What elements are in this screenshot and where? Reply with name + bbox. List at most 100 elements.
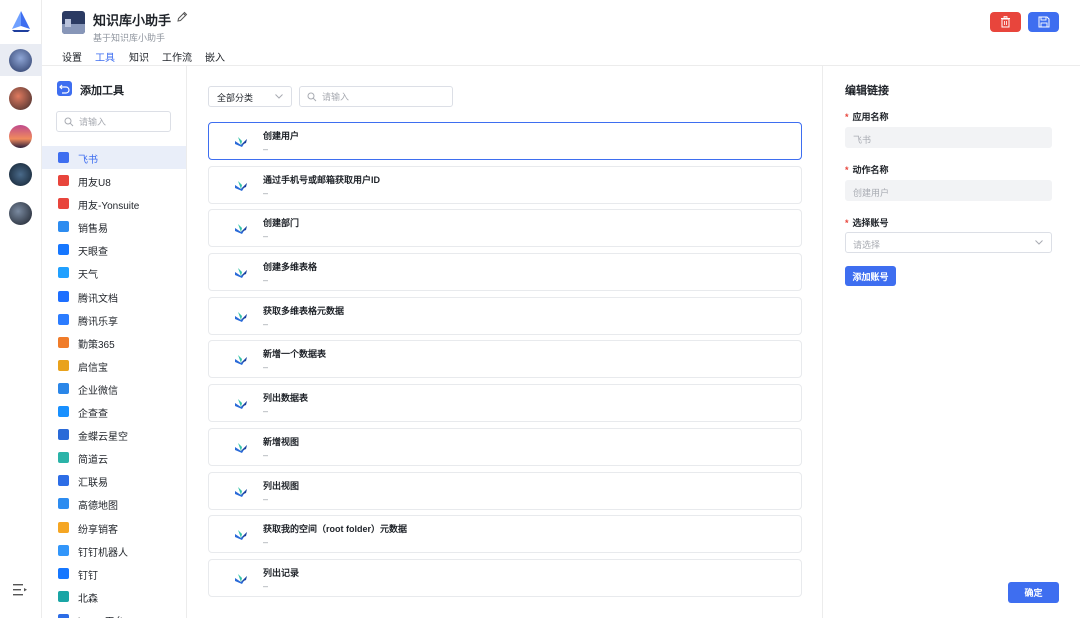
tool-item[interactable]: 勤策365 xyxy=(42,331,186,354)
search-icon xyxy=(64,117,74,127)
tool-item-label: 钉钉 xyxy=(78,570,98,582)
account-select[interactable]: 请选择 xyxy=(845,232,1052,253)
category-select-value: 全部分类 xyxy=(217,93,254,103)
avatar-app-1[interactable] xyxy=(9,49,32,72)
tool-item-label: 销售易 xyxy=(78,224,108,236)
tool-item[interactable]: 腾讯文档 xyxy=(42,285,186,308)
action-card[interactable]: 获取我的空间（root folder）元数据 – xyxy=(208,515,802,554)
xiaoshouyi-icon xyxy=(58,221,69,233)
tool-item[interactable]: 天眼查 xyxy=(42,238,186,261)
avatar-app-2[interactable] xyxy=(9,87,32,110)
tool-item[interactable]: 销售易 xyxy=(42,215,186,238)
tool-item-label: 北森 xyxy=(78,593,98,605)
action-card[interactable]: 新增视图 – xyxy=(208,427,802,466)
tab-tools[interactable]: 工具 xyxy=(95,49,115,64)
tencent-docs-icon xyxy=(58,290,69,302)
feishu-icon xyxy=(234,442,248,454)
tool-item[interactable]: 企业微信 xyxy=(42,377,186,400)
tab-workflow[interactable]: 工作流 xyxy=(162,49,192,64)
tool-item-label: 简道云 xyxy=(78,455,108,467)
tool-item[interactable]: 企查查 xyxy=(42,400,186,423)
save-button[interactable] xyxy=(1028,12,1059,32)
action-card[interactable]: 新增一个数据表 – xyxy=(208,340,802,379)
tool-item[interactable]: 天气 xyxy=(42,261,186,284)
delete-button[interactable] xyxy=(990,12,1021,32)
action-name-label: * 动作名称 xyxy=(845,163,889,176)
tool-item-label: 天眼查 xyxy=(78,247,108,259)
action-card[interactable]: 列出记录 – xyxy=(208,558,802,597)
app-root: 知识库小助手 基于知识库小助手 设置 工具 知识 工作流 嵌入 添加工具 请输入… xyxy=(0,0,1080,618)
tool-item[interactable]: 启信宝 xyxy=(42,354,186,377)
kingdee-icon xyxy=(58,429,69,441)
avatar-app-3[interactable] xyxy=(9,125,32,148)
action-card[interactable]: 创建部门 – xyxy=(208,209,802,248)
tool-item[interactable]: iPaaS平台 xyxy=(42,608,186,618)
action-card[interactable]: 获取多维表格元数据 – xyxy=(208,296,802,335)
action-card[interactable]: 创建用户 – xyxy=(208,122,802,160)
main-search-input[interactable] xyxy=(322,90,447,104)
chevron-down-icon xyxy=(1035,240,1043,245)
qichacha-icon xyxy=(58,406,69,418)
action-card[interactable]: 通过手机号或邮箱获取用户ID – xyxy=(208,165,802,204)
tab-settings[interactable]: 设置 xyxy=(62,49,82,64)
tab-knowledge[interactable]: 知识 xyxy=(129,49,149,64)
tool-item[interactable]: 用友U8 xyxy=(42,169,186,192)
tool-item-label: 启信宝 xyxy=(78,362,108,374)
tool-item-label: iPaaS平台 xyxy=(78,613,125,618)
action-name: 列出数据表 xyxy=(263,393,309,404)
jiandaoyun-icon xyxy=(58,452,69,464)
tool-item-label: 天气 xyxy=(78,270,98,282)
action-description: – xyxy=(263,318,269,329)
top-tabs: 设置 工具 知识 工作流 嵌入 xyxy=(42,46,1080,66)
action-name-value: 创建用户 xyxy=(853,188,890,198)
tool-item[interactable]: 飞书 xyxy=(42,146,186,170)
tool-item[interactable]: 北森 xyxy=(42,585,186,608)
collapse-menu-icon[interactable] xyxy=(13,584,27,596)
tool-item[interactable]: 钉钉 xyxy=(42,562,186,585)
app-subtitle: 基于知识库小助手 xyxy=(93,33,166,43)
action-card[interactable]: 列出数据表 – xyxy=(208,384,802,423)
action-description: – xyxy=(263,537,269,548)
main-search xyxy=(299,86,453,107)
edit-pencil-icon[interactable] xyxy=(176,10,189,23)
wecom-icon xyxy=(58,382,69,394)
tool-item[interactable]: 汇联易 xyxy=(42,469,186,492)
tool-item[interactable]: 纷享销客 xyxy=(42,516,186,539)
confirm-button[interactable]: 确定 xyxy=(1008,582,1059,603)
fxiaoke-icon xyxy=(58,521,69,533)
app-name-label: * 应用名称 xyxy=(845,110,889,123)
sidebar-search xyxy=(56,111,171,132)
app-name-label-text: 应用名称 xyxy=(852,112,889,122)
tool-item-label: 用友-Yonsuite xyxy=(78,201,140,213)
tool-list: 飞书 用友U8 用友-Yonsuite 销售易天眼查天气腾讯文档 腾讯乐享 勤策365 启信… xyxy=(42,146,186,618)
action-description: – xyxy=(263,580,269,591)
tab-embed[interactable]: 嵌入 xyxy=(205,49,225,64)
avatar-app-4[interactable] xyxy=(9,163,32,186)
tool-item[interactable]: 腾讯乐享 xyxy=(42,308,186,331)
feishu-icon xyxy=(234,223,248,235)
account-label: * 选择账号 xyxy=(845,216,889,229)
action-card[interactable]: 创建多维表格 – xyxy=(208,253,802,292)
avatar-app-5[interactable] xyxy=(9,202,32,225)
app-thumbnail xyxy=(62,11,85,34)
tool-item[interactable]: 用友-Yonsuite xyxy=(42,192,186,215)
add-account-button[interactable]: 添加账号 xyxy=(845,266,896,286)
tool-item-label: 高德地图 xyxy=(78,501,118,513)
sidebar-search-input[interactable] xyxy=(79,115,167,129)
tool-item[interactable]: 钉钉机器人 xyxy=(42,539,186,562)
tool-item[interactable]: 金蝶云星空 xyxy=(42,423,186,446)
action-name: 创建用户 xyxy=(263,131,300,141)
tool-item[interactable]: 高德地图 xyxy=(42,492,186,515)
tool-item-label: 企业微信 xyxy=(78,385,118,397)
action-name-label-text: 动作名称 xyxy=(852,165,889,175)
tool-sidebar: 添加工具 飞书用友U8 用友-Yonsuite 销售易天眼查天气腾讯文档腾讯乐享勤策… xyxy=(42,66,187,618)
action-description: – xyxy=(263,493,269,504)
action-card[interactable]: 列出视图 – xyxy=(208,471,802,510)
back-arrow-icon[interactable] xyxy=(57,81,72,96)
category-select[interactable]: 全部分类 xyxy=(208,86,292,107)
tencent-lexiang-icon xyxy=(58,313,69,325)
sidebar-title: 添加工具 xyxy=(80,85,124,97)
tool-item[interactable]: 简道云 xyxy=(42,446,186,469)
sail-logo-icon[interactable] xyxy=(10,10,32,32)
tool-item-label: 企查查 xyxy=(78,409,108,421)
